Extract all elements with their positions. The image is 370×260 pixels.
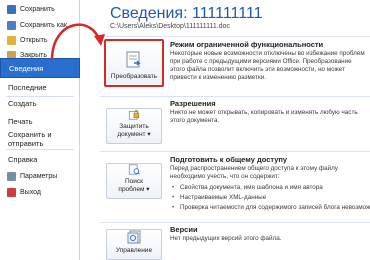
manage-versions-button[interactable]: Управление — [106, 229, 162, 260]
nav-command-save[interactable]: Сохранить — [0, 1, 80, 18]
compat-section: Преобразовать Режим ограниченной функцио… — [100, 36, 370, 90]
protect-button-label: Защитить — [119, 123, 149, 130]
section-divider — [100, 96, 370, 97]
share-description: Перед распространением общего доступа к … — [170, 165, 338, 180]
section-divider — [100, 36, 370, 37]
manage-versions-icon — [127, 230, 141, 244]
manage-versions-label: Управление — [115, 247, 153, 254]
protect-button-sublabel: документ ▾ — [117, 131, 151, 138]
backstage-nav: Сохранить Сохранить как Открыть Закрыть … — [0, 0, 80, 260]
nav-command-label: Параметры — [20, 173, 58, 180]
convert-icon — [126, 51, 141, 68]
list-item: Проверка читаемости для содержимого запи… — [170, 203, 370, 213]
nav-command-options[interactable]: Параметры — [0, 168, 80, 185]
section-divider — [100, 151, 370, 152]
nav-item-info[interactable]: Сведения — [0, 58, 80, 78]
nav-command-label: Открыть — [20, 37, 48, 44]
check-issues-icon — [128, 164, 140, 175]
save-icon — [7, 5, 16, 14]
versions-heading: Версии — [170, 225, 198, 234]
page-title: Сведения: 111111111 — [110, 5, 263, 22]
permissions-section: Защитить документ ▾ Разрешения Никто не … — [100, 96, 370, 146]
share-section: Поиск проблем ▾ Подготовить к общему дос… — [100, 151, 370, 217]
nav-command-label: Выход — [20, 189, 41, 196]
lock-icon — [128, 110, 140, 120]
share-heading: Подготовить к общему доступу — [170, 155, 288, 164]
versions-description: Нет предыдущих версий этого файла. — [170, 235, 282, 242]
versions-section: Управление Версии Нет предыдущих версий … — [100, 222, 370, 260]
nav-item-label: Печать — [8, 116, 33, 126]
nav-item-new[interactable]: Создать — [0, 93, 80, 113]
file-path: C:\Users\Aleks\Desktop\111111111.doc — [110, 23, 230, 30]
nav-command-label: Сохранить как — [20, 22, 67, 29]
convert-button[interactable]: Преобразовать — [104, 39, 164, 87]
nav-item-label: Сведения — [9, 63, 44, 73]
convert-button-label: Преобразовать — [110, 73, 158, 80]
list-item: Свойства документа, имя шаблона и имя ав… — [170, 183, 368, 193]
nav-command-exit[interactable]: Выход — [0, 184, 80, 201]
permissions-description: Никто не может открывать, копировать и и… — [170, 109, 358, 124]
nav-item-print[interactable]: Печать — [0, 111, 80, 131]
options-icon — [7, 172, 16, 181]
exit-icon — [7, 188, 16, 197]
nav-item-label: Сохранить и отправить — [8, 130, 52, 148]
save-as-icon — [7, 21, 16, 30]
nav-item-label: Создать — [8, 98, 37, 108]
share-bullet-list: Свойства документа, имя шаблона и имя ав… — [170, 183, 370, 213]
nav-item-save-send[interactable]: Сохранить и отправить — [0, 129, 80, 149]
permissions-heading: Разрешения — [170, 99, 216, 108]
compat-heading: Режим ограниченной функциональности — [170, 40, 324, 49]
check-issues-label: Поиск — [124, 178, 143, 185]
nav-item-help[interactable]: Справка — [0, 149, 80, 169]
compat-description: Некоторые новые возможности отключены во… — [170, 50, 365, 81]
nav-item-label: Последние — [8, 82, 47, 92]
section-divider — [100, 222, 370, 223]
list-item: Настраиваемые XML-данные — [170, 193, 368, 203]
check-issues-sublabel: проблем ▾ — [118, 186, 150, 193]
open-folder-icon — [7, 36, 16, 45]
check-issues-button[interactable]: Поиск проблем ▾ — [106, 163, 162, 199]
nav-command-label: Сохранить — [20, 6, 55, 13]
protect-document-button[interactable]: Защитить документ ▾ — [106, 108, 162, 144]
nav-item-label: Справка — [8, 154, 38, 164]
